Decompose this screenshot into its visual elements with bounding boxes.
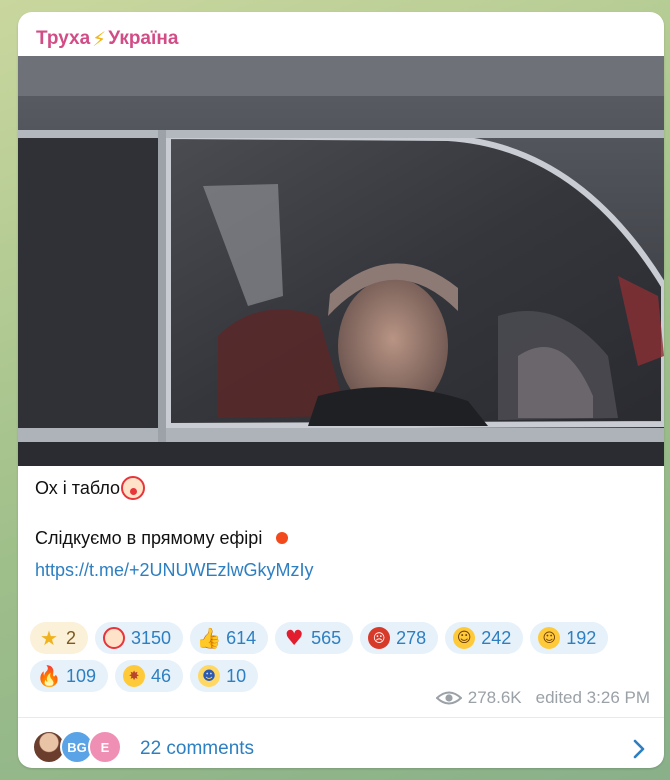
eye-icon (435, 691, 462, 705)
commenter-avatars: BG E (32, 730, 128, 764)
thumbs-up-icon: 👍 (196, 626, 222, 650)
post-bubble: Труха ⚡ Україна Ох і табло Слідкуємо в п… (18, 12, 664, 768)
reaction-angry[interactable]: ☹ 278 (360, 622, 439, 654)
channel-name[interactable]: Труха ⚡ Україна (36, 26, 178, 52)
reaction-exploding-head[interactable]: ✸ 46 (115, 660, 184, 692)
red-heart-icon: ♥ (284, 625, 304, 650)
invite-link[interactable]: https://t.me/+2UNUWEzlwGkyMzIy (35, 558, 644, 582)
reaction-count: 192 (566, 627, 597, 648)
post-meta: 278.6K edited 3:26 PM (435, 688, 650, 708)
reaction-count: 565 (311, 627, 342, 648)
reaction-count: 109 (66, 665, 97, 686)
channel-name-part1: Труха (36, 28, 91, 49)
exploding-head-icon: ✸ (123, 665, 146, 687)
caption-line1: Ох і табло (35, 478, 121, 498)
chevron-right-icon (633, 739, 645, 759)
reaction-fire[interactable]: 🔥 109 (30, 660, 109, 692)
reaction-count: 10 (226, 665, 247, 686)
post-caption: Ох і табло Слідкуємо в прямому ефірі htt… (35, 476, 644, 582)
reaction-scream[interactable]: ☻ 10 (190, 660, 259, 692)
screaming-face-icon: ☻ (198, 665, 221, 687)
avatar: E (88, 730, 122, 764)
star-icon: ★ (40, 626, 58, 650)
reaction-heart[interactable]: ♥ 565 (275, 622, 354, 654)
reaction-count: 3150 (131, 627, 172, 648)
angry-face-icon: ☹ (368, 627, 391, 649)
comments-label: 22 comments (140, 738, 255, 759)
channel-name-part2: Україна (108, 28, 179, 49)
reaction-count: 46 (151, 665, 172, 686)
post-photo[interactable] (18, 56, 664, 466)
grinning-face-icon: ☺ (453, 627, 476, 649)
clown-face-icon (103, 627, 126, 649)
caption-line2: Слідкуємо в прямому ефірі (35, 528, 263, 548)
reaction-thumbs-up[interactable]: 👍 614 (190, 622, 269, 654)
reaction-clown[interactable]: 3150 (95, 622, 184, 654)
reaction-count: 242 (481, 627, 512, 648)
reactions-bar: ★ 2 3150 👍 614 ♥ 565 ☹ 278 ☺ 242 ☺ 192 🔥 (30, 622, 640, 692)
reaction-raised-eyebrow[interactable]: ☺ 192 (530, 622, 609, 654)
limousine-photo (18, 56, 664, 466)
lightning-icon: ⚡ (92, 28, 107, 51)
fire-icon: 🔥 (36, 664, 62, 688)
reaction-star[interactable]: ★ 2 (30, 622, 89, 654)
comments-button[interactable]: BG E 22 comments (18, 718, 664, 768)
reaction-count: 614 (226, 627, 257, 648)
edited-time: edited 3:26 PM (535, 688, 650, 707)
live-dot-icon (276, 532, 289, 544)
clown-face-icon (121, 476, 146, 500)
view-count: 278.6K (467, 688, 522, 707)
raised-eyebrow-face-icon: ☺ (538, 627, 561, 649)
reaction-count: 278 (396, 627, 427, 648)
reaction-count: 2 (66, 627, 77, 648)
reaction-grin[interactable]: ☺ 242 (445, 622, 524, 654)
